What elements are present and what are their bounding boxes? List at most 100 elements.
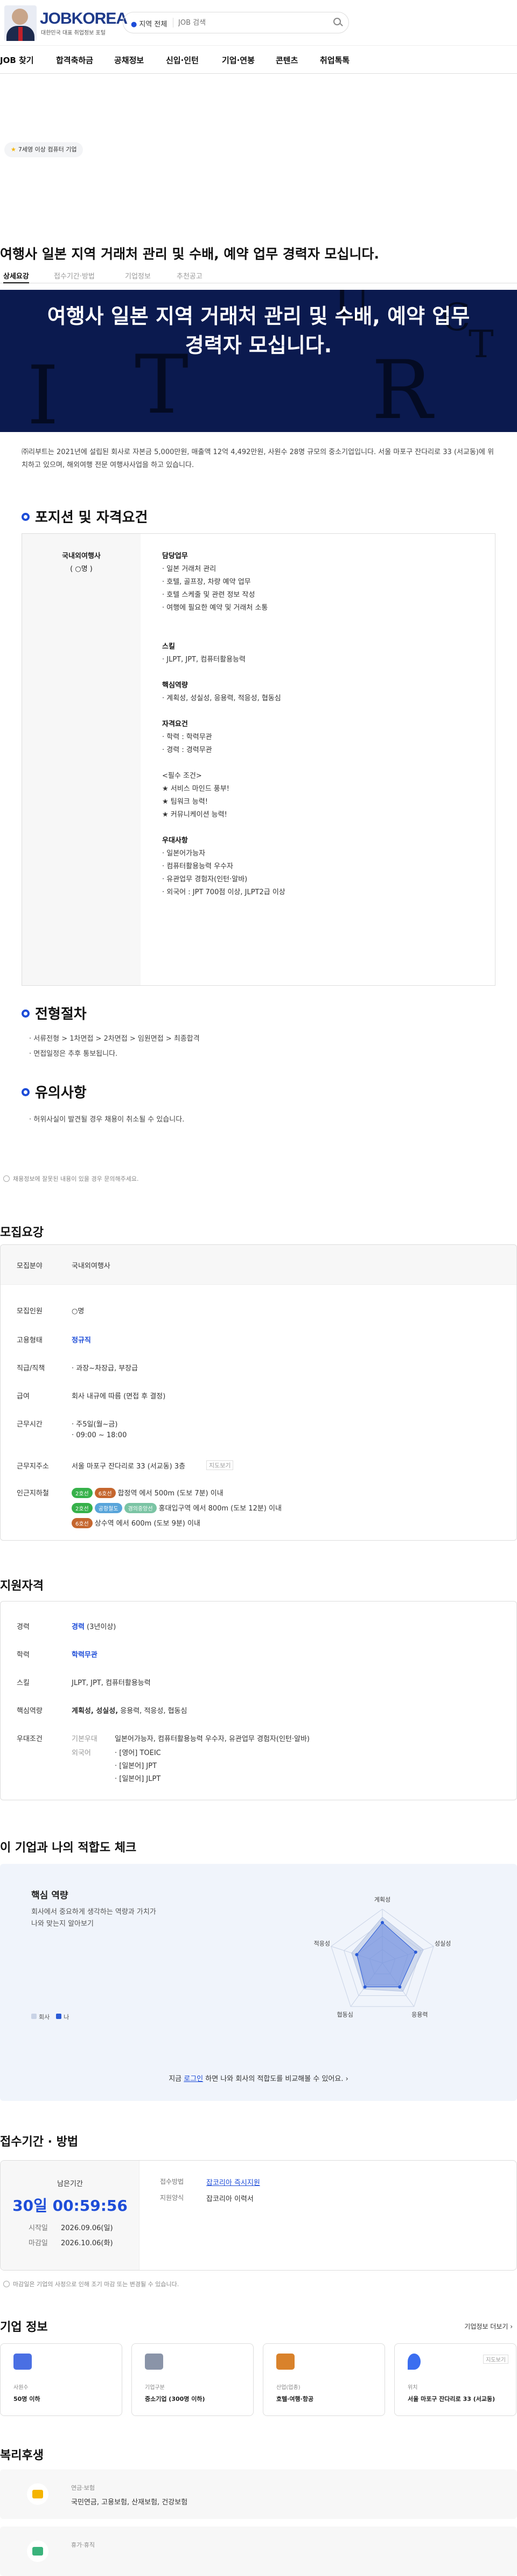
nav-job-talk[interactable]: 취업톡톡 xyxy=(320,54,350,66)
position-detail-line: · 외국어 : JPT 700점 이상, JLPT2급 이상 xyxy=(162,888,285,896)
position-detail-line: · 컴퓨터활용능력 우수자 xyxy=(162,862,233,871)
company-title: 기업 정보 xyxy=(0,2321,48,2334)
apply-note-text: 마감일은 기업의 사정으로 인해 조기 마감 또는 변경될 수 있습니다. xyxy=(13,2281,179,2288)
radar-point xyxy=(381,1921,384,1924)
tab-recommended[interactable]: 추천공고 xyxy=(177,270,202,281)
position-count: ( ○명 ) xyxy=(70,565,93,573)
row-value-extra: (3년이상) xyxy=(84,1623,116,1631)
legend-me: 나 xyxy=(64,2014,69,2021)
start-label: 시작일 xyxy=(29,2224,48,2232)
position-details: 담당업무 · 일본 거래처 관리 · 호텔, 골프장, 차량 예약 업무 · 호텔 스… xyxy=(141,534,495,985)
radar-point xyxy=(398,1985,402,1989)
brand-mascot-logo[interactable] xyxy=(4,5,37,41)
report-note-text[interactable]: 채용정보에 잘못된 내용이 있을 경우 문의해주세요. xyxy=(13,1175,139,1182)
row-value: 정규직 xyxy=(72,1336,91,1345)
star-icon: ★ xyxy=(11,146,16,153)
row-value: 서울 마포구 잔다리로 33 (서교동) 3층 xyxy=(72,1463,186,1471)
info-icon xyxy=(3,2281,10,2287)
position-detail-line: 담당업무 xyxy=(162,552,188,560)
company-card-label: 위치 xyxy=(408,2385,418,2391)
welfare-value: 국민연금, 고용보험, 산재보험, 건강보험 xyxy=(71,2498,188,2507)
fit-title: 이 기업과 나의 적합도 체크 xyxy=(0,1841,137,1855)
remain-time: 30일 00:59:56 xyxy=(12,2197,128,2215)
row-value-extra: 응용력, 적응성, 협동심 xyxy=(118,1707,187,1715)
row-value: 학력무관 xyxy=(72,1651,97,1659)
section-bullet-icon xyxy=(22,1088,30,1096)
search-icon[interactable] xyxy=(333,18,341,25)
subway-row: 2호선 공항철도 경의중앙선 홍대입구역 에서 800m (도보 12분) 이내 xyxy=(72,1502,282,1513)
apply-method-link[interactable]: 잡코리아 즉시지원 xyxy=(206,2177,260,2187)
tab-apply-period[interactable]: 접수기간·방법 xyxy=(54,270,95,281)
region-label: 지역 전체 xyxy=(139,20,167,29)
company-card-value: 서울 마포구 잔다리로 33 (서교동) xyxy=(408,2396,495,2403)
position-box: 국내외여행사 ( ○명 ) 담당업무 · 일본 거래처 관리 · 호텔, 골프장, … xyxy=(22,533,495,986)
region-select[interactable]: ● 지역 전체 xyxy=(131,18,167,29)
fit-legend: 회사 나 xyxy=(31,2013,69,2021)
employees-icon xyxy=(13,2354,32,2370)
company-badge: ★ 7세영 이상 컴퓨터 기업 xyxy=(4,142,83,157)
summary-title: 모집요강 xyxy=(0,1226,44,1240)
row-sublabel: 기본우대 xyxy=(72,1735,97,1743)
row-value: 회사 내규에 따름 (면접 후 결정) xyxy=(72,1393,166,1401)
fit-subtitle: 핵심 역량 xyxy=(31,1890,68,1901)
radar-axis-label: 적응성 xyxy=(314,1940,330,1947)
tab-detail[interactable]: 상세요강 xyxy=(3,270,29,283)
map-link[interactable]: 지도보기 xyxy=(483,2355,508,2364)
subway-row: 6호선 상수역 에서 600m (도보 9분) 이내 xyxy=(72,1517,282,1528)
position-detail-line: · 일본어가능자 xyxy=(162,850,206,858)
brand-logo-text[interactable]: JOBKOREA xyxy=(40,10,128,28)
company-card-label: 산업(업종) xyxy=(276,2385,301,2391)
row-key: 모집인원 xyxy=(17,1307,43,1315)
qualification-table: 경력 경력 (3년이상) 학력 학력무관 스킬 JLPT, JPT, 컴퓨터활용능력 … xyxy=(0,1601,517,1800)
tab-company-info[interactable]: 기업정보 xyxy=(125,270,151,281)
section-title: 유의사항 xyxy=(35,1085,87,1101)
company-card-label: 사원수 xyxy=(13,2385,29,2391)
login-link[interactable]: 로그인 xyxy=(184,2075,203,2083)
position-detail-line: <필수 조건> xyxy=(162,772,202,780)
nav-public-recruit[interactable]: 공채정보 xyxy=(114,54,144,66)
nav-job-search[interactable]: JOB 찾기 xyxy=(0,54,34,66)
row-value: 일본어가능자, 컴퓨터활용능력 우수자, 유관업무 경험자(인턴·알바) xyxy=(115,1735,310,1743)
legend-me-swatch xyxy=(56,2014,62,2019)
job-banner: I T R U C T 여행사 일본 지역 거래처 관리 및 수배, 예약 업무… xyxy=(0,290,517,432)
nav-company-salary[interactable]: 기업·연봉 xyxy=(222,54,255,66)
row-value: · [일본어] JLPT xyxy=(115,1775,161,1783)
pension-icon xyxy=(27,2483,48,2505)
position-detail-line: · 일본 거래처 관리 xyxy=(162,565,216,573)
company-card-value: 호텔·여행·항공 xyxy=(276,2396,314,2403)
company-type-icon xyxy=(145,2354,163,2370)
map-link[interactable]: 지도보기 xyxy=(206,1460,234,1470)
fit-cta: 지금 로그인 하면 나와 회사의 적합도를 비교해볼 수 있어요. › xyxy=(0,2073,517,2083)
row-key: 인근지하철 xyxy=(17,1489,49,1498)
location-pin-icon: ● xyxy=(131,20,137,29)
position-detail-line: ★ 팀워크 능력! xyxy=(162,798,208,806)
row-key: 학력 xyxy=(17,1651,30,1659)
report-note: 채용정보에 잘못된 내용이 있을 경우 문의해주세요. xyxy=(3,1174,139,1183)
radar-axis-label: 성실성 xyxy=(435,1940,451,1947)
nav-entry-intern[interactable]: 신입·인턴 xyxy=(166,54,199,66)
position-detail-line: ★ 서비스 마인드 풍부! xyxy=(162,785,229,793)
position-detail-line: · 유관업무 경험자(인턴·알바) xyxy=(162,875,248,883)
company-more-link[interactable]: 기업정보 더보기 › xyxy=(464,2322,513,2331)
end-date: 2026.10.06(화) xyxy=(61,2239,113,2247)
row-key: 핵심역량 xyxy=(17,1707,43,1715)
position-name-panel: 국내외여행사 ( ○명 ) xyxy=(22,534,141,985)
end-label: 마감일 xyxy=(29,2239,48,2247)
subway-line-badge: 2호선 xyxy=(72,1488,93,1498)
company-card: 사원수 50명 이하 xyxy=(0,2343,122,2416)
nav-contents[interactable]: 콘텐츠 xyxy=(276,54,298,66)
company-intro: ㈜리부트는 2021년에 설립된 회사로 자본금 5,000만원, 매출액 12… xyxy=(22,448,494,469)
welfare-item: 연금·보험 국민연금, 고용보험, 산재보험, 건강보험 xyxy=(0,2469,517,2519)
subway-line-badge: 공항철도 xyxy=(94,1503,122,1513)
section-heading-position: 포지션 및 자격요건 xyxy=(22,506,148,526)
nav-success-bonus[interactable]: 합격축하금 xyxy=(56,54,93,66)
position-detail-line xyxy=(162,615,473,628)
method-label: 접수방법 xyxy=(160,2178,184,2185)
main-nav: JOB 찾기 합격축하금 공채정보 신입·인턴 기업·연봉 콘텐츠 취업톡톡 xyxy=(0,46,517,74)
summary-table: 모집분야 국내외여행사 모집인원 ○명 고용형태 정규직 직급/직책 · 과장~차장급,… xyxy=(0,1244,517,1541)
search-input[interactable] xyxy=(178,17,329,28)
row-key: 근무지주소 xyxy=(17,1463,49,1471)
subway-distance: 홍대입구역 에서 800m (도보 12분) 이내 xyxy=(158,1505,282,1513)
radar-axis-label: 협동심 xyxy=(337,2011,353,2018)
brand-tagline: 대한민국 대표 취업정보 포털 xyxy=(41,30,106,36)
